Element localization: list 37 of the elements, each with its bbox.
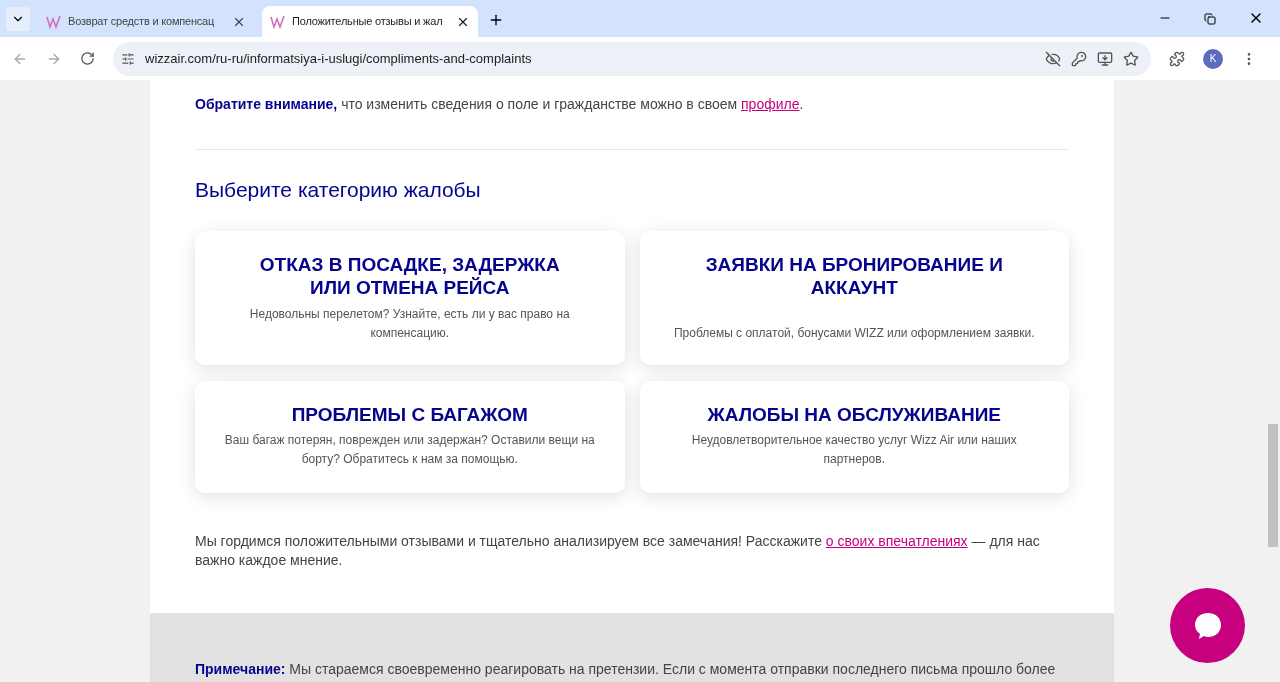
card-title: ЗАЯВКИ НА БРОНИРОВАНИЕ И АККАУНТ [704, 252, 1004, 299]
reload-icon[interactable] [80, 51, 95, 66]
extensions-icon[interactable] [1169, 50, 1185, 67]
tab-title: Возврат средств и компенсац [68, 14, 216, 30]
category-card[interactable]: ОТКАЗ В ПОСАДКЕ, ЗАДЕРЖКА ИЛИ ОТМЕНА РЕЙСА Недовольны перелетом? Узнайте, есть ли у вас право на компенсацию. [195, 230, 625, 365]
card-description: Неудовлетворительное качество услуг Wizz Air или наших партнеров. [690, 431, 1018, 468]
address-bar[interactable]: wizzair.com/ru-ru/informatsiya-i-uslugi/compliments-and-complaints [113, 41, 1151, 76]
notice-text: Обратите внимание, что изменить сведения о поле и гражданстве можно в своем профиле. [195, 94, 1069, 150]
browser-tab[interactable]: Положительные отзывы и жал [262, 6, 478, 37]
key-icon[interactable] [1071, 50, 1087, 67]
card-title: ЖАЛОБЫ НА ОБСЛУЖИВАНИЕ [706, 402, 1002, 426]
scrollbar-thumb[interactable] [1268, 424, 1278, 547]
note-text: Примечание: Мы стараемся своевременно реагировать на претензии. Если с момента отправки последнего письма прошло более [195, 659, 1057, 679]
feedback-text: Мы гордимся положительными отзывами и тщательно анализируем все замечания! Расскажите о своих впечатлениях — для нас важно каждое мнение. [195, 531, 1041, 570]
logo-icon [270, 14, 286, 29]
logo-icon [46, 14, 62, 29]
card-title: ОТКАЗ В ПОСАДКЕ, ЗАДЕРЖКА ИЛИ ОТМЕНА РЕЙСА [258, 252, 561, 299]
bookmark-icon[interactable] [1123, 50, 1139, 67]
eye-off-icon[interactable] [1045, 50, 1061, 67]
card-description: Ваш багаж потерян, поврежден или задержан? Оставили вещи на борту? Обратитесь к нам за помощью. [223, 431, 596, 468]
restore-icon[interactable] [1204, 13, 1216, 25]
card-title: ПРОБЛЕМЫ С БАГАЖОМ [290, 402, 529, 426]
tab-list-button[interactable] [6, 7, 30, 31]
category-card[interactable]: ЖАЛОБЫ НА ОБСЛУЖИВАНИЕ Неудовлетворительное качество услуг Wizz Air или наших партнеров. [639, 380, 1069, 493]
install-icon[interactable] [1097, 50, 1113, 67]
category-card[interactable]: ЗАЯВКИ НА БРОНИРОВАНИЕ И АККАУНТ Проблемы с оплатой, бонусами WIZZ или оформлением заявки. [639, 230, 1069, 365]
new-tab-icon[interactable] [488, 12, 504, 28]
card-description: Недовольны перелетом? Узнайте, есть ли у вас право на компенсацию. [248, 305, 571, 342]
tab-title: Положительные отзывы и жал [292, 14, 444, 30]
url-text: wizzair.com/ru-ru/informatsiya-i-uslugi/compliments-and-complaints [145, 49, 533, 68]
profile-avatar[interactable]: K [1203, 48, 1223, 69]
feedback-link[interactable]: о своих впечатлениях [825, 532, 968, 549]
category-card[interactable]: ПРОБЛЕМЫ С БАГАЖОМ Ваш багаж потерян, поврежден или задержан? Оставили вещи на борту? Обратитесь к нам за помощью. [195, 380, 625, 493]
card-description: Проблемы с оплатой, бонусами WIZZ или оформлением заявки. [673, 324, 1035, 342]
section-heading: Выберите категорию жалобы [195, 177, 482, 203]
browser-tab[interactable]: Возврат средств и компенсац [38, 6, 254, 37]
site-settings-icon[interactable] [121, 51, 135, 66]
